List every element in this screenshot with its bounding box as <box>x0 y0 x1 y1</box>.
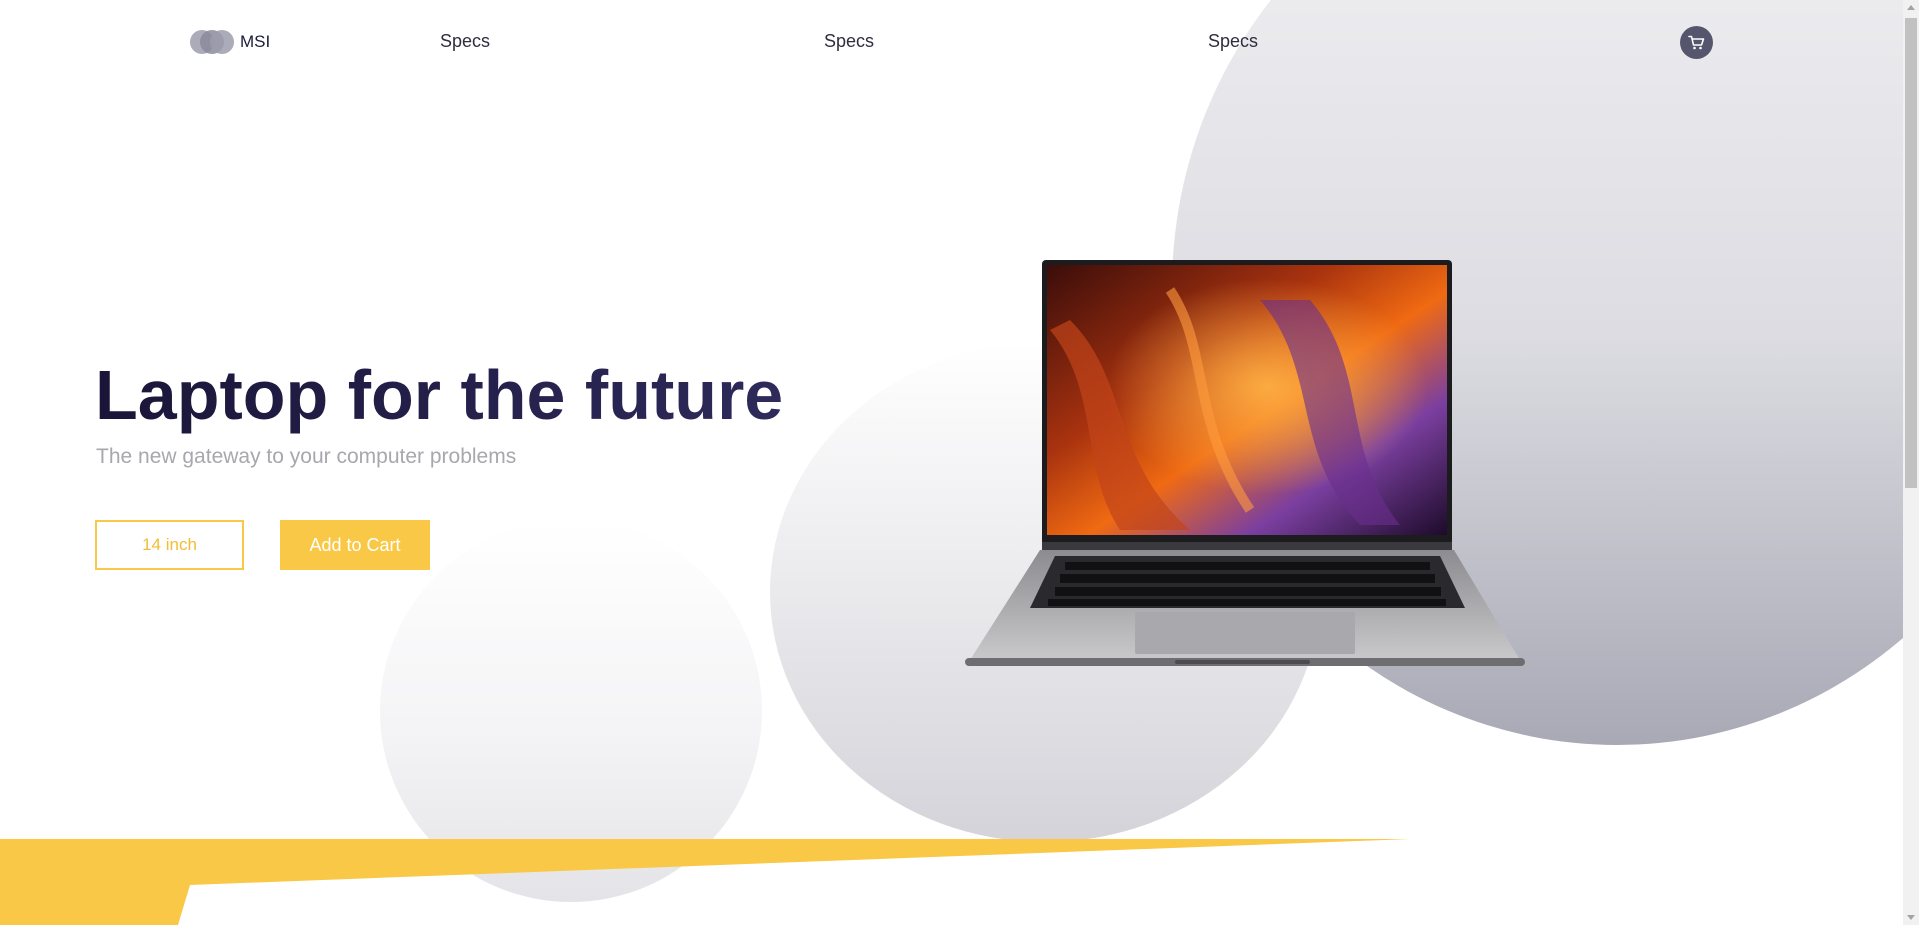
logo-circles-icon <box>190 30 234 54</box>
scroll-up-arrow-icon[interactable] <box>1907 5 1915 10</box>
accent-band <box>0 839 1410 925</box>
size-option-button[interactable]: 14 inch <box>95 520 244 570</box>
nav-link-specs-2[interactable]: Specs <box>824 31 874 52</box>
brand-name: MSI <box>240 32 271 51</box>
brand-logo[interactable]: MSI <box>190 30 270 54</box>
top-nav: MSI Specs Specs Specs <box>0 0 1903 85</box>
cart-icon <box>1688 35 1705 50</box>
page: MSI Specs Specs Specs Laptop for the fut… <box>0 0 1903 925</box>
scrollbar-thumb[interactable] <box>1905 18 1917 488</box>
nav-link-specs-3[interactable]: Specs <box>1208 31 1258 52</box>
nav-link-specs-1[interactable]: Specs <box>440 31 490 52</box>
laptop-image <box>965 260 1525 666</box>
hero-title: Laptop for the future <box>95 356 784 434</box>
hero-subtitle: The new gateway to your computer problem… <box>96 445 517 468</box>
cart-button[interactable] <box>1680 26 1713 59</box>
scroll-down-arrow-icon[interactable] <box>1907 915 1915 920</box>
add-to-cart-button[interactable]: Add to Cart <box>280 520 430 570</box>
page-scrollbar[interactable] <box>1903 0 1919 925</box>
